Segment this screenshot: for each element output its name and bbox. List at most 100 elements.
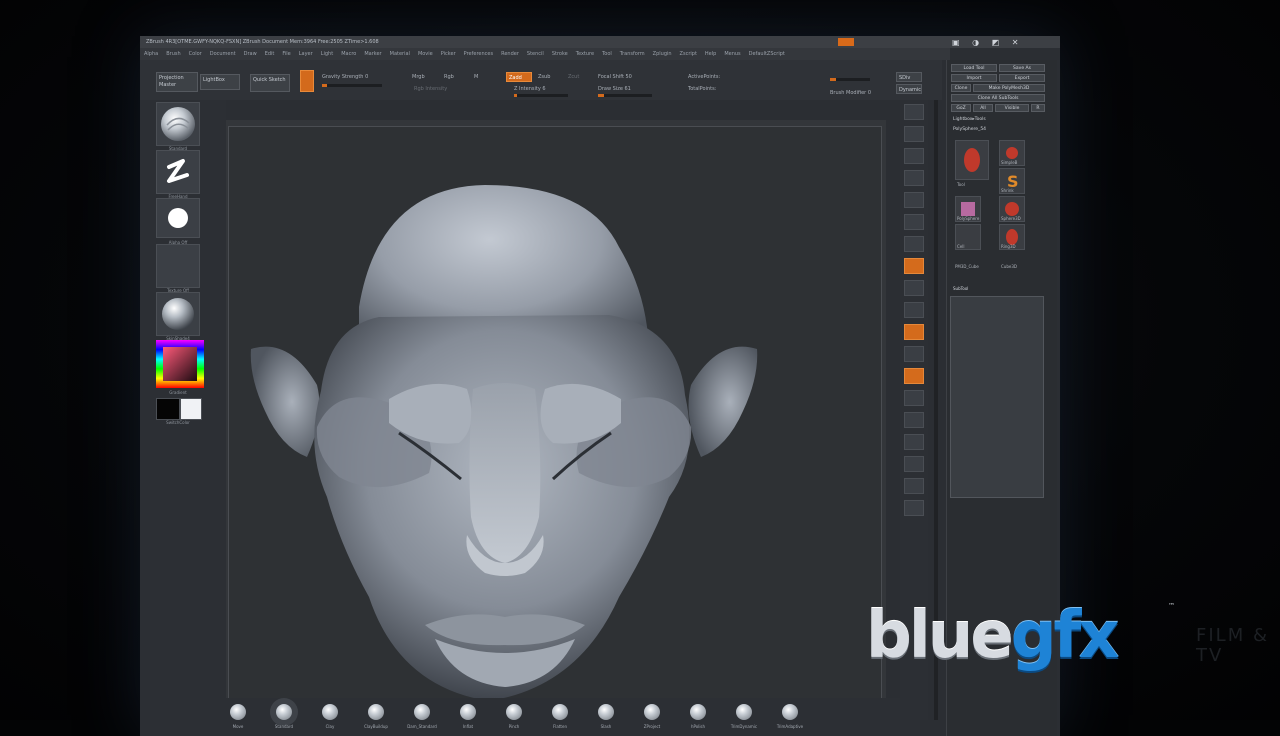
z-intensity-slider[interactable] [514,94,568,97]
menu-item-help[interactable]: Help [705,51,716,57]
document-canvas[interactable] [228,126,882,702]
menu-item-file[interactable]: File [282,51,290,57]
menu-item-menus[interactable]: Menus [724,51,740,57]
stroke-selector[interactable] [156,150,200,194]
scale-icon[interactable] [904,368,924,384]
rotate-icon[interactable] [904,390,924,406]
current-tool-thumb[interactable] [955,140,989,180]
menu-item-marker[interactable]: Marker [364,51,381,57]
zcut-button[interactable]: Zcut [568,74,579,80]
menu-item-zscript[interactable]: Zscript [680,51,697,57]
zadd-button[interactable]: Zadd [506,72,532,82]
z-intensity-label[interactable]: Z Intensity 6 [514,86,546,92]
subtool-header[interactable]: SubTool [953,286,968,291]
clone-button[interactable]: Clone [951,84,971,92]
menu-item-color[interactable]: Color [189,51,202,57]
brush-dam_standard-icon[interactable] [414,704,430,720]
solo-icon[interactable] [904,478,924,494]
menu-item-light[interactable]: Light [321,51,333,57]
menu-item-material[interactable]: Material [390,51,410,57]
menu-item-render[interactable]: Render [501,51,519,57]
texture-selector[interactable] [156,244,200,288]
material-selector[interactable] [156,292,200,336]
scroll-icon[interactable] [904,126,924,142]
persp-icon[interactable] [904,214,924,230]
menu-item-edit[interactable]: Edit [265,51,275,57]
lightbox-tools-button[interactable]: Lightbox▸Tools [951,116,1011,124]
zoom-icon[interactable] [904,148,924,164]
menu-item-layer[interactable]: Layer [299,51,313,57]
brush-inflat-icon[interactable] [460,704,476,720]
menu-item-zplugin[interactable]: Zplugin [653,51,672,57]
brush-slash-icon[interactable] [598,704,614,720]
draw-size-slider[interactable] [598,94,652,97]
mrgb-toggle[interactable]: Mrgb [412,74,425,80]
menu-item-tool[interactable]: Tool [602,51,612,57]
focal-shift-label[interactable]: Focal Shift 50 [598,74,632,80]
brush-modifier-slider[interactable] [830,78,870,81]
menu-item-alpha[interactable]: Alpha [144,51,158,57]
frame-icon[interactable] [904,324,924,340]
menu-item-stroke[interactable]: Stroke [552,51,568,57]
secondary-color-swatch[interactable] [180,398,202,420]
menu-item-defaultzscript[interactable]: DefaultZScript [749,51,785,57]
visible-button[interactable]: Visible [995,104,1029,112]
rgb-toggle[interactable]: Rgb [444,74,454,80]
rgb-intensity-label[interactable]: Rgb Intensity [414,86,447,92]
xpose-icon[interactable] [904,500,924,516]
xyz-icon[interactable] [904,302,924,318]
menu-item-picker[interactable]: Picker [441,51,456,57]
r-button[interactable]: R [1031,104,1045,112]
menu-item-stencil[interactable]: Stencil [527,51,544,57]
main-color-swatch[interactable] [156,398,180,420]
sdiv-button[interactable]: SDiv [896,72,922,82]
polyf-icon[interactable] [904,412,924,428]
sculpted-head-model[interactable] [229,127,881,701]
menus-highlight[interactable] [838,38,854,46]
draw-size-label[interactable]: Draw Size 61 [598,86,631,92]
floor-icon[interactable] [904,236,924,252]
quick-sketch-button[interactable]: Quick Sketch [250,74,290,92]
brush-modifier-label[interactable]: Brush Modifier 0 [830,90,871,96]
color-picker[interactable] [156,340,204,390]
projection-master-button[interactable]: Projection Master [156,72,198,92]
brush-pinch-icon[interactable] [506,704,522,720]
zsub-button[interactable]: Zsub [538,74,550,80]
local-icon[interactable] [904,258,924,274]
brush-selector[interactable] [156,102,200,146]
brush-hpolish-icon[interactable] [690,704,706,720]
brush-trimdynamic-icon[interactable] [736,704,752,720]
save-as-button[interactable]: Save As [999,64,1045,72]
export-button[interactable]: Export [999,74,1045,82]
make-polymesh-button[interactable]: Make PolyMesh3D [973,84,1045,92]
brush-flatten-icon[interactable] [552,704,568,720]
clone-all-subtools-button[interactable]: Clone All SubTools [951,94,1045,102]
aahalf-icon[interactable] [904,192,924,208]
lsym-icon[interactable] [904,280,924,296]
gravity-strength-slider[interactable] [322,84,382,87]
ghost-icon[interactable] [904,456,924,472]
load-tool-button[interactable]: Load Tool [951,64,997,72]
import-button[interactable]: Import [951,74,997,82]
subtool-list[interactable] [950,296,1044,498]
brush-trimadaptive-icon[interactable] [782,704,798,720]
actual-icon[interactable] [904,170,924,186]
all-button[interactable]: All [973,104,993,112]
menu-item-brush[interactable]: Brush [166,51,180,57]
dynamic-button[interactable]: Dynamic [896,84,922,94]
menu-item-macro[interactable]: Macro [341,51,356,57]
edit-button[interactable] [300,70,314,92]
menu-item-preferences[interactable]: Preferences [464,51,493,57]
menu-item-transform[interactable]: Transform [620,51,645,57]
brush-clay-icon[interactable] [322,704,338,720]
brush-move-icon[interactable] [230,704,246,720]
goz-button[interactable]: GoZ [951,104,971,112]
brush-claybuildup-icon[interactable] [368,704,384,720]
alpha-selector[interactable] [156,198,200,238]
window-control-icons[interactable]: ▣ ◑ ◩ ✕ [952,37,1023,48]
menu-item-movie[interactable]: Movie [418,51,433,57]
menu-item-draw[interactable]: Draw [244,51,257,57]
brush-standard-icon[interactable] [276,704,292,720]
menu-item-texture[interactable]: Texture [576,51,594,57]
bpr-icon[interactable] [904,104,924,120]
